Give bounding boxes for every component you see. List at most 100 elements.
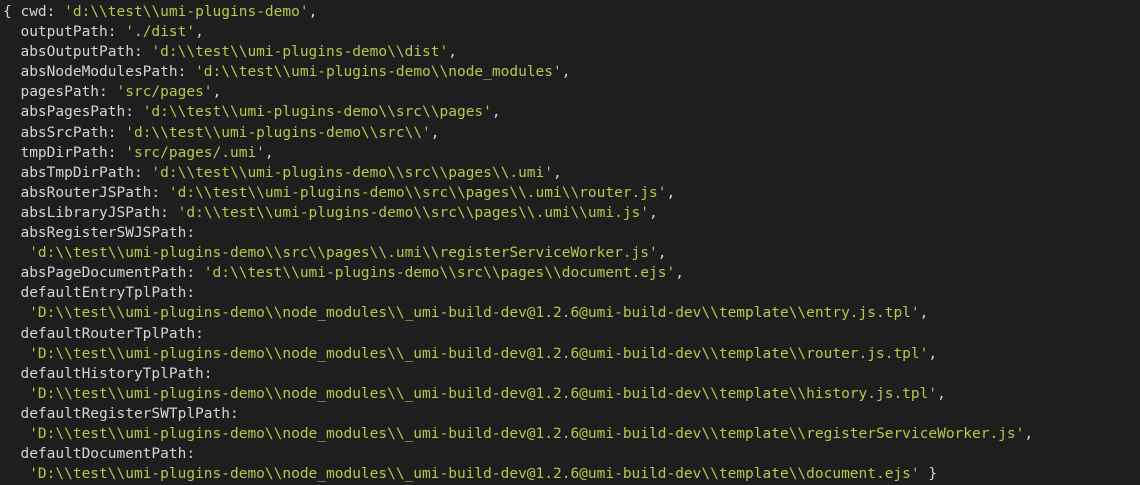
output-line: absNodeModulesPath: 'd:\\test\\umi-plugi…	[3, 62, 1140, 82]
punctuation	[3, 245, 29, 261]
string-value: './dist'	[125, 24, 196, 41]
property-key: outputPath	[3, 24, 108, 41]
punctuation: ,	[264, 144, 274, 161]
output-line: defaultRouterTplPath:	[3, 324, 1140, 344]
punctuation: ,	[1024, 425, 1034, 442]
property-key: absNodeModulesPath	[3, 64, 178, 81]
punctuation: {	[3, 4, 21, 20]
punctuation: :	[186, 446, 196, 463]
string-value: 'D:\\test\\umi-plugins-demo\\node_module…	[29, 385, 938, 402]
output-line: absLibraryJSPath: 'd:\\test\\umi-plugins…	[3, 203, 1140, 223]
punctuation: }	[919, 466, 938, 483]
punctuation: :	[46, 4, 65, 20]
output-line: tmpDirPath: 'src/pages/.umi',	[3, 143, 1140, 163]
string-value: 'd:\\test\\umi-plugins-demo\\src\\pages\…	[168, 184, 667, 201]
output-line: defaultEntryTplPath:	[3, 283, 1140, 303]
string-value: 'd:\\test\\umi-plugins-demo\\src\\pages\…	[29, 245, 658, 262]
output-line: absSrcPath: 'd:\\test\\umi-plugins-demo\…	[3, 123, 1140, 143]
property-key: defaultEntryTplPath	[3, 285, 187, 302]
property-key: tmpDirPath	[3, 144, 108, 161]
punctuation: :	[107, 124, 126, 141]
punctuation: :	[151, 184, 169, 201]
string-value: 'd:\\test\\umi-plugins-demo\\src\\pages\…	[177, 204, 650, 221]
string-value: 'd:\\test\\umi-plugins-demo\\src\\pages\…	[151, 164, 553, 181]
property-key: absPageDocumentPath	[3, 265, 187, 282]
string-value: 'src/pages'	[116, 84, 213, 101]
terminal-output: { cwd: 'd:\\test\\umi-plugins-demo', out…	[0, 0, 1140, 485]
output-line: 'D:\\test\\umi-plugins-demo\\node_module…	[3, 464, 1140, 484]
punctuation	[3, 346, 29, 362]
property-key: absRegisterSWJSPath	[3, 225, 187, 242]
property-key: defaultRegisterSWTplPath	[3, 405, 230, 422]
output-line: defaultDocumentPath:	[3, 444, 1140, 464]
punctuation: ,	[430, 124, 440, 141]
punctuation: :	[99, 84, 117, 101]
output-line: absOutputPath: 'd:\\test\\umi-plugins-de…	[3, 42, 1140, 62]
punctuation: ,	[649, 204, 658, 221]
punctuation: :	[229, 405, 239, 422]
punctuation	[3, 386, 29, 402]
output-line: { cwd: 'd:\\test\\umi-plugins-demo',	[3, 2, 1140, 22]
punctuation: :	[107, 144, 126, 161]
output-line: absPagesPath: 'd:\\test\\umi-plugins-dem…	[3, 102, 1140, 122]
punctuation: ,	[657, 245, 667, 262]
punctuation: :	[125, 104, 143, 121]
punctuation: :	[107, 24, 126, 41]
string-value: 'D:\\test\\umi-plugins-demo\\node_module…	[29, 305, 920, 322]
punctuation: :	[186, 225, 196, 242]
property-key: absPagesPath	[3, 104, 126, 121]
output-line: outputPath: './dist',	[3, 22, 1140, 42]
output-line: 'D:\\test\\umi-plugins-demo\\node_module…	[3, 303, 1140, 323]
output-line: absTmpDirPath: 'd:\\test\\umi-plugins-de…	[3, 163, 1140, 183]
property-key: defaultHistoryTplPath	[3, 365, 204, 382]
punctuation: ,	[553, 164, 562, 181]
punctuation: ,	[491, 104, 501, 121]
property-key: defaultRouterTplPath	[3, 325, 196, 342]
punctuation: :	[133, 44, 152, 61]
punctuation: ,	[928, 345, 938, 362]
punctuation: :	[203, 365, 213, 382]
string-value: 'd:\\test\\umi-plugins-demo\\src\\pages'	[142, 104, 492, 121]
punctuation: ,	[919, 305, 929, 322]
output-line: absRegisterSWJSPath:	[3, 223, 1140, 243]
property-key: absOutputPath	[3, 44, 134, 61]
punctuation: :	[186, 265, 204, 282]
punctuation: ,	[675, 265, 684, 282]
string-value: 'd:\\test\\umi-plugins-demo\\node_module…	[195, 64, 562, 81]
property-key: absRouterJSPath	[3, 184, 152, 201]
punctuation: :	[133, 164, 152, 181]
punctuation: ,	[937, 385, 946, 402]
punctuation: ,	[308, 4, 318, 20]
string-value: 'd:\\test\\umi-plugins-demo\\src\\pages\…	[203, 265, 676, 282]
punctuation: :	[195, 325, 204, 342]
property-key: defaultDocumentPath	[3, 446, 187, 463]
punctuation	[3, 426, 29, 442]
output-line: pagesPath: 'src/pages',	[3, 82, 1140, 102]
punctuation: ,	[448, 44, 457, 61]
punctuation: ,	[561, 64, 571, 81]
string-value: 'D:\\test\\umi-plugins-demo\\node_module…	[29, 466, 920, 483]
string-value: 'd:\\test\\umi-plugins-demo'	[64, 4, 309, 20]
punctuation: :	[160, 204, 178, 221]
property-key: absSrcPath	[3, 124, 108, 141]
punctuation	[3, 305, 29, 321]
string-value: 'D:\\test\\umi-plugins-demo\\node_module…	[29, 425, 1025, 442]
output-line: defaultRegisterSWTplPath:	[3, 404, 1140, 424]
string-value: 'D:\\test\\umi-plugins-demo\\node_module…	[29, 345, 929, 362]
output-line: 'D:\\test\\umi-plugins-demo\\node_module…	[3, 344, 1140, 364]
string-value: 'd:\\test\\umi-plugins-demo\\dist'	[151, 44, 449, 61]
punctuation	[3, 466, 29, 482]
string-value: 'd:\\test\\umi-plugins-demo\\src\\'	[125, 124, 431, 141]
output-line: 'D:\\test\\umi-plugins-demo\\node_module…	[3, 384, 1140, 404]
output-line: 'd:\\test\\umi-plugins-demo\\src\\pages\…	[3, 243, 1140, 263]
property-key: cwd	[20, 4, 47, 20]
property-key: absTmpDirPath	[3, 164, 134, 181]
output-line: absRouterJSPath: 'd:\\test\\umi-plugins-…	[3, 183, 1140, 203]
property-key: absLibraryJSPath	[3, 204, 161, 221]
property-key: pagesPath	[3, 84, 100, 101]
output-line: defaultHistoryTplPath:	[3, 364, 1140, 384]
output-line: 'D:\\test\\umi-plugins-demo\\node_module…	[3, 424, 1140, 444]
output-line: absPageDocumentPath: 'd:\\test\\umi-plug…	[3, 263, 1140, 283]
punctuation: ,	[195, 24, 204, 41]
string-value: 'src/pages/.umi'	[125, 144, 265, 161]
